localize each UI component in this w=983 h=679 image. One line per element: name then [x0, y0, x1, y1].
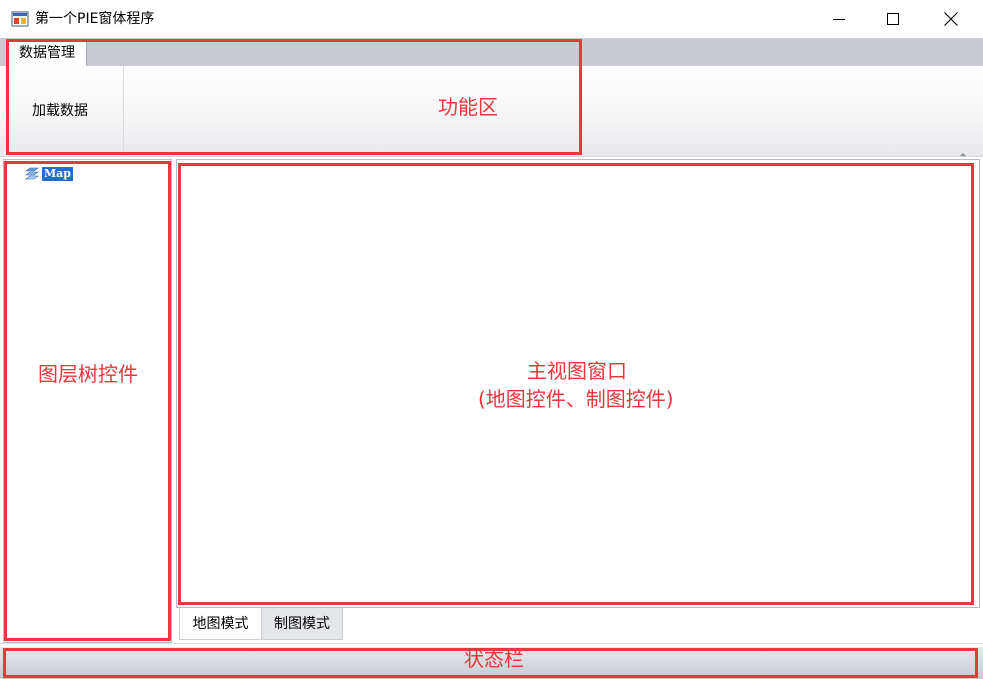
main-view-annotation-box — [178, 163, 974, 605]
layer-tree-annotation-label: 图层树控件 — [38, 362, 138, 386]
maximize-icon — [887, 13, 899, 25]
bottom-divider — [0, 643, 983, 644]
minimize-icon — [833, 19, 845, 20]
minimize-button[interactable] — [816, 0, 862, 38]
tab-layout-mode[interactable]: 制图模式 — [262, 608, 343, 640]
layer-tree-annotation-box — [4, 161, 171, 641]
main-view-annotation-label-2: (地图控件、制图控件) — [478, 387, 674, 411]
tab-map-mode[interactable]: 地图模式 — [179, 608, 262, 640]
ribbon-collapse-icon[interactable] — [958, 150, 968, 158]
app-window: 第一个PIE窗体程序 数据管理 加载数据 Map 地图模式 制图模式 功能区 图… — [0, 0, 983, 679]
title-bar[interactable]: 第一个PIE窗体程序 — [0, 0, 983, 38]
view-mode-tabs: 地图模式 制图模式 — [176, 608, 980, 642]
window-title: 第一个PIE窗体程序 — [35, 11, 155, 27]
app-icon — [11, 11, 29, 27]
maximize-button[interactable] — [870, 0, 916, 38]
statusbar-annotation-label: 状态栏 — [464, 647, 524, 671]
main-view-annotation-label-1: 主视图窗口 — [527, 359, 627, 383]
close-icon — [944, 12, 958, 26]
ribbon-annotation-label: 功能区 — [438, 95, 498, 119]
close-button[interactable] — [928, 0, 974, 38]
